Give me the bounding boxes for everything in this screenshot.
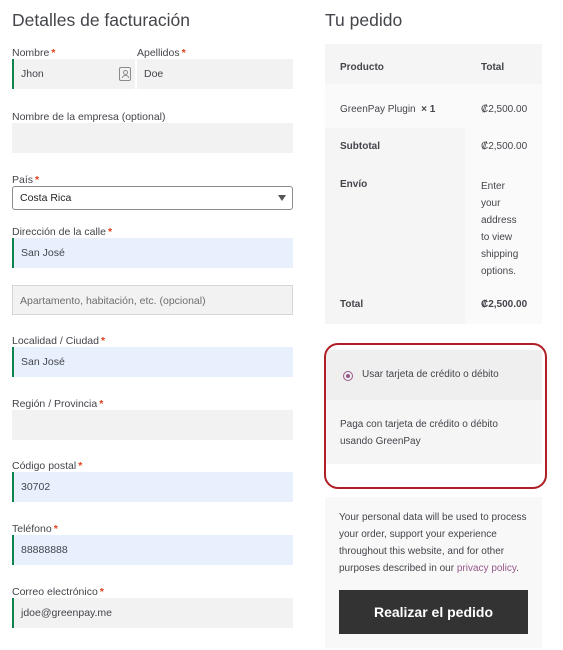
shipping-label: Envío (340, 179, 368, 190)
total-row: Total ₡2,500.00 (325, 284, 542, 324)
email-value: jdoe@greenpay.me (21, 607, 113, 619)
last-name-input[interactable]: Doe (137, 59, 293, 89)
shipping-line: to view (481, 232, 513, 243)
contact-card-icon[interactable] (119, 67, 131, 81)
privacy-notice: Your personal data will be used to proce… (339, 509, 531, 577)
first-name-input[interactable]: Jhon (12, 59, 135, 89)
dropdown-arrow-icon[interactable] (278, 195, 286, 201)
subtotal-label: Subtotal (340, 141, 380, 152)
privacy-policy-link[interactable]: privacy policy (457, 563, 516, 574)
country-field: País * Costa Rica (12, 170, 293, 210)
order-table-header: Producto Total (325, 44, 542, 84)
phone-input[interactable]: 88888888 (12, 535, 293, 565)
shipping-line: your (481, 198, 501, 209)
first-name-label: Nombre * (12, 47, 56, 60)
state-label: Región / Provincia * (12, 398, 104, 411)
email-label: Correo electrónico * (12, 586, 104, 599)
place-order-button[interactable]: Realizar el pedido (339, 590, 528, 634)
state-input[interactable] (12, 410, 293, 440)
apartment-input[interactable]: Apartamento, habitación, etc. (opcional) (12, 285, 293, 315)
postcode-value: 30702 (21, 481, 51, 493)
street-value: San José (21, 247, 65, 259)
city-label: Localidad / Ciudad * (12, 335, 106, 348)
shipping-info: Enter your address to view shipping opti… (481, 178, 518, 280)
first-name-field: Nombre * Jhon (12, 43, 135, 89)
shipping-line: options. (481, 266, 517, 277)
order-item-row: GreenPay Plugin × 1 ₡2,500.00 (325, 84, 542, 128)
shipping-line: address (481, 215, 517, 226)
postcode-field: Código postal * 30702 (12, 456, 293, 502)
shipping-line: Enter (481, 181, 505, 192)
last-name-label: Apellidos * (137, 47, 186, 60)
street-input[interactable]: San José (12, 238, 293, 268)
last-name-value: Doe (144, 68, 164, 80)
city-input[interactable]: San José (12, 347, 293, 377)
shipping-line: shipping (481, 249, 519, 260)
country-select[interactable]: Costa Rica (12, 186, 293, 210)
phone-field: Teléfono * 88888888 (12, 519, 293, 565)
city-value: San José (21, 356, 65, 368)
item-total: ₡2,500.00 (481, 104, 528, 115)
first-name-value: Jhon (21, 68, 44, 80)
street-label: Dirección de la calle * (12, 226, 113, 239)
total-header: Total (481, 62, 505, 73)
company-field: Nombre de la empresa (optional) (12, 107, 293, 153)
shipping-row: Envío Enter your address to view shippin… (325, 166, 542, 284)
subtotal-row: Subtotal ₡2,500.00 (325, 128, 542, 166)
email-field: Correo electrónico * jdoe@greenpay.me (12, 582, 293, 628)
place-order-section: Your personal data will be used to proce… (325, 497, 542, 648)
country-label: País * (12, 174, 40, 187)
city-field: Localidad / Ciudad * San José (12, 331, 293, 377)
phone-label: Teléfono * (12, 523, 58, 536)
total-value: ₡2,500.00 (481, 299, 528, 310)
company-label: Nombre de la empresa (optional) (12, 111, 166, 123)
item-qty: × 1 (421, 104, 436, 115)
postcode-label: Código postal * (12, 460, 83, 473)
billing-title: Detalles de facturación (12, 10, 191, 30)
item-name: GreenPay Plugin × 1 (340, 104, 436, 115)
email-input[interactable]: jdoe@greenpay.me (12, 598, 293, 628)
subtotal-value: ₡2,500.00 (481, 141, 528, 152)
state-field: Región / Provincia * (12, 394, 293, 440)
order-title: Tu pedido (325, 10, 403, 30)
phone-value: 88888888 (21, 544, 68, 556)
privacy-suffix: . (516, 563, 519, 574)
country-value: Costa Rica (20, 192, 72, 204)
postcode-input[interactable]: 30702 (12, 472, 293, 502)
apartment-placeholder: Apartamento, habitación, etc. (opcional) (20, 295, 206, 307)
company-input[interactable] (12, 123, 293, 153)
payment-highlight-outline (324, 343, 547, 489)
product-header: Producto (340, 62, 384, 73)
total-label: Total (340, 299, 364, 310)
last-name-field: Apellidos * Doe (137, 43, 293, 89)
street-field: Dirección de la calle * San José (12, 222, 293, 268)
